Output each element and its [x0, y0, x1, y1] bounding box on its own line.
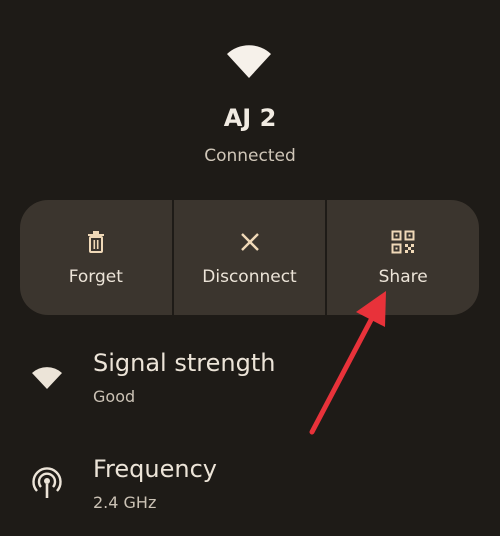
signal-strength-row: Signal strength Good: [0, 344, 500, 424]
frequency-title: Frequency: [93, 455, 217, 483]
disconnect-label: Disconnect: [202, 266, 297, 287]
signal-strength-value: Good: [93, 387, 136, 406]
qr-code-icon: [391, 230, 415, 253]
frequency-row: Frequency 2.4 GHz: [0, 450, 500, 530]
wifi-signal-icon: [32, 367, 62, 389]
forget-label: Forget: [68, 266, 123, 287]
signal-strength-title: Signal strength: [93, 349, 276, 377]
network-name: AJ 2: [223, 104, 277, 132]
disconnect-button[interactable]: Disconnect: [171, 200, 326, 315]
trash-icon: [87, 230, 104, 253]
network-actions: Forget Disconnect Share: [20, 200, 479, 315]
frequency-value: 2.4 GHz: [93, 493, 157, 512]
close-icon: [240, 232, 259, 251]
share-button[interactable]: Share: [325, 200, 479, 315]
share-label: Share: [378, 266, 428, 287]
connection-status: Connected: [204, 146, 296, 166]
wifi-icon: [227, 45, 271, 78]
frequency-icon: [32, 467, 62, 498]
forget-button[interactable]: Forget: [20, 200, 172, 315]
